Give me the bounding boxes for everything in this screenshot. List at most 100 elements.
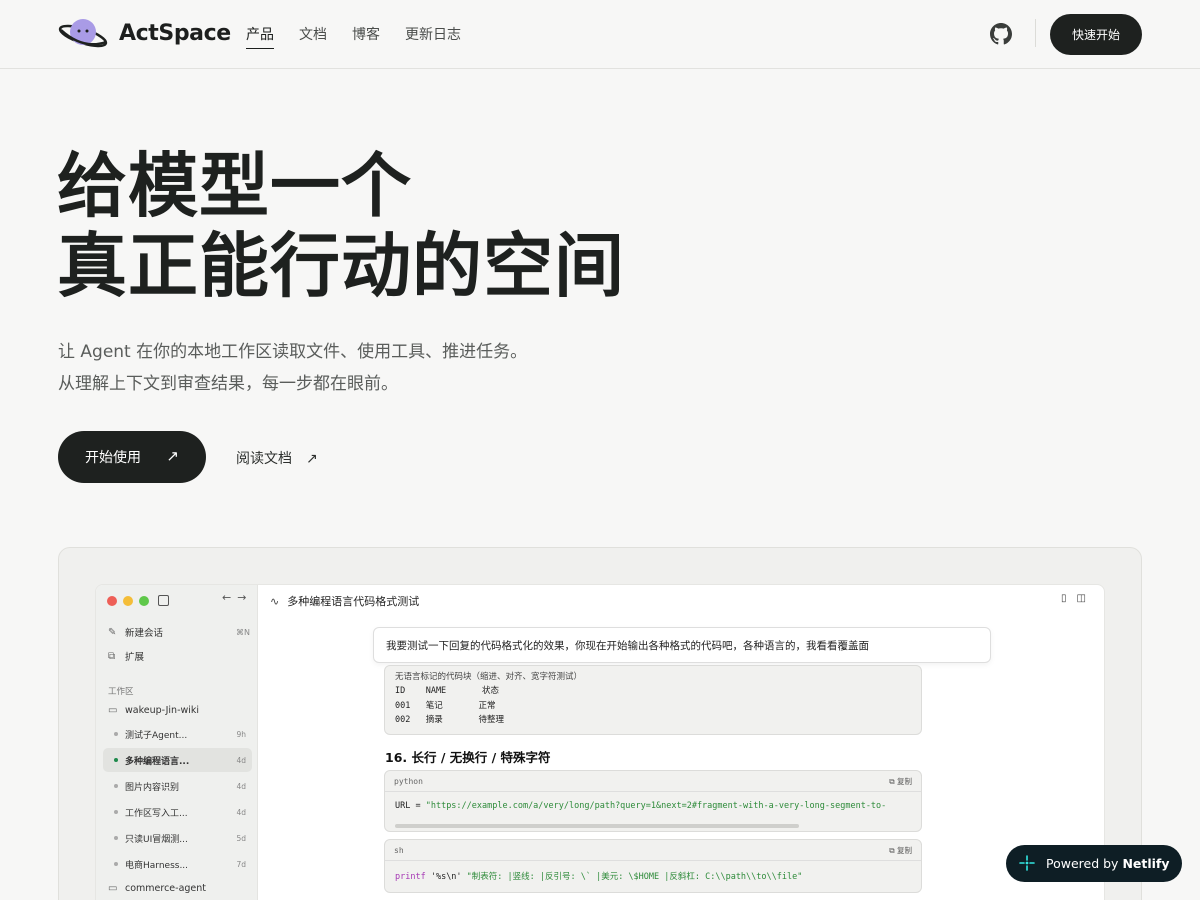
app-sidebar: ←→ ✎ 新建会话 ⌘N ⧉ 扩展 工作区 ▭ wakeup-Jin-wiki … xyxy=(96,585,258,900)
quick-start-button[interactable]: 快速开始 xyxy=(1050,14,1142,55)
badge-brand: Netlify xyxy=(1122,856,1170,871)
planet-logo-icon xyxy=(58,19,108,48)
shell-code-block: sh ⧉ 复制 printf '%s\n' "制表符: |竖线: |反引号: \… xyxy=(384,839,922,893)
copy-button[interactable]: ⧉ 复制 xyxy=(889,845,912,856)
arrow-up-right-icon: ↗ xyxy=(306,451,318,467)
hero-title: 给模型一个 真正能行动的空间 xyxy=(57,146,625,306)
read-docs-label: 阅读文档 xyxy=(236,451,292,467)
session-title: 测试子Agent... xyxy=(125,730,188,741)
code-content: printf '%s\n' "制表符: |竖线: |反引号: \` |美元: \… xyxy=(385,861,921,891)
extensions-item[interactable]: ⧉ 扩展 xyxy=(108,649,250,664)
panel-toggle-icon[interactable]: ◫ xyxy=(1077,593,1096,604)
session-title: 图片内容识别 xyxy=(125,782,180,793)
code-token: URL = xyxy=(395,801,426,811)
workspace-name: commerce-agent xyxy=(125,883,207,894)
arrow-up-right-icon: ↗ xyxy=(166,447,179,465)
code-block-header: sh ⧉ 复制 xyxy=(385,840,921,861)
section-heading: 16. 长行 / 无换行 / 特殊字符 xyxy=(385,750,551,765)
new-chat-label: 新建会话 xyxy=(125,628,164,639)
activity-icon: ∿ xyxy=(270,594,280,608)
nav-product[interactable]: 产品 xyxy=(246,24,274,49)
session-item[interactable]: 工作区写入工... 4d xyxy=(103,800,252,824)
back-forward-icon[interactable]: ←→ xyxy=(222,591,252,604)
hero-subtitle: 让 Agent 在你的本地工作区读取文件、使用工具、推进任务。 从理解上下文到审… xyxy=(58,336,527,400)
nav-docs[interactable]: 文档 xyxy=(299,24,327,49)
code-string: "https://example.com/a/very/long/path?qu… xyxy=(425,801,887,811)
maximize-window-dot xyxy=(139,596,149,606)
session-dot xyxy=(114,810,118,814)
code-keyword: printf xyxy=(395,872,426,882)
app-window-screenshot: ←→ ✎ 新建会话 ⌘N ⧉ 扩展 工作区 ▭ wakeup-Jin-wiki … xyxy=(95,584,1105,900)
session-dot xyxy=(114,836,118,840)
session-time: 9h xyxy=(236,729,246,739)
read-docs-link[interactable]: 阅读文档 ↗ xyxy=(236,448,318,468)
bookmark-icon[interactable]: ▯ xyxy=(1061,593,1077,604)
session-dot xyxy=(114,732,118,736)
session-item[interactable]: 测试子Agent... 9h xyxy=(103,722,252,746)
nav-changelog[interactable]: 更新日志 xyxy=(405,24,461,49)
workspace-section-label: 工作区 xyxy=(108,687,134,697)
get-started-button[interactable]: 开始使用 ↗ xyxy=(58,431,206,483)
netlify-icon xyxy=(1019,855,1035,871)
brand-name: ActSpace xyxy=(119,20,231,46)
hero-title-line-2: 真正能行动的空间 xyxy=(57,224,625,307)
session-title: 只读UI冒烟测... xyxy=(125,834,188,845)
github-icon[interactable] xyxy=(990,23,1012,45)
session-item[interactable]: 电商Harness... 7d xyxy=(103,852,252,876)
header-actions: ▯◫ xyxy=(1061,593,1096,604)
workspace-folder[interactable]: ▭ commerce-agent xyxy=(108,883,250,894)
session-item[interactable]: 图片内容识别 4d xyxy=(103,774,252,798)
session-dot xyxy=(114,862,118,866)
plain-code-block: 无语言标记的代码块（缩进、对齐、宽字符测试） ID NAME 状态 001 笔记… xyxy=(384,665,922,735)
folder-icon: ▭ xyxy=(108,883,118,894)
edit-icon: ✎ xyxy=(108,626,117,638)
session-time: 4d xyxy=(236,781,246,791)
code-line: ID NAME 状态 xyxy=(395,686,499,696)
horizontal-scrollbar[interactable] xyxy=(395,824,799,828)
code-string: "制表符: |竖线: |反引号: \` |美元: \$HOME |反斜杠: C:… xyxy=(466,872,803,882)
puzzle-icon: ⧉ xyxy=(108,650,116,662)
user-message: 我要测试一下回复的代码格式化的效果，你现在开始输出各种格式的代码吧，各种语言的，… xyxy=(373,627,991,663)
code-caption: 无语言标记的代码块（缩进、对齐、宽字符测试） xyxy=(395,672,583,682)
conversation-header: ∿ 多种编程语言代码格式测试 xyxy=(270,593,419,609)
sidebar-toggle-icon[interactable] xyxy=(158,595,169,606)
python-code-block: python ⧉ 复制 URL = "https://example.com/a… xyxy=(384,770,922,832)
code-language: sh xyxy=(394,845,404,855)
code-token: '%s\n' xyxy=(425,872,467,882)
code-language: python xyxy=(394,776,423,786)
session-time: 5d xyxy=(236,833,246,843)
workspace-folder[interactable]: ▭ wakeup-Jin-wiki xyxy=(108,705,250,716)
conversation-title: 多种编程语言代码格式测试 xyxy=(287,595,420,608)
header-divider xyxy=(1035,19,1036,47)
chat-main-panel: ∿ 多种编程语言代码格式测试 ▯◫ 我要测试一下回复的代码格式化的效果，你现在开… xyxy=(258,585,1104,900)
new-chat-item[interactable]: ✎ 新建会话 ⌘N xyxy=(108,625,250,640)
powered-by-netlify-badge[interactable]: Powered by Netlify xyxy=(1006,845,1182,882)
top-navigation-bar: ActSpace 产品 文档 博客 更新日志 快速开始 xyxy=(0,0,1200,69)
session-title: 电商Harness... xyxy=(125,860,189,871)
session-dot xyxy=(114,784,118,788)
hero-subtitle-line-2: 从理解上下文到审查结果，每一步都在眼前。 xyxy=(58,374,398,394)
copy-button[interactable]: ⧉ 复制 xyxy=(889,776,912,787)
workspace-name: wakeup-Jin-wiki xyxy=(125,705,200,716)
session-title: 多种编程语言... xyxy=(125,756,190,767)
code-block-header: python ⧉ 复制 xyxy=(385,771,921,792)
nav-blog[interactable]: 博客 xyxy=(352,24,380,49)
brand-logo[interactable]: ActSpace xyxy=(58,16,231,50)
hero-subtitle-line-1: 让 Agent 在你的本地工作区读取文件、使用工具、推进任务。 xyxy=(58,342,528,362)
close-window-dot xyxy=(107,596,117,606)
get-started-label: 开始使用 xyxy=(85,450,141,466)
session-dot xyxy=(114,758,118,762)
code-line: 001 笔记 正常 xyxy=(395,700,496,711)
copy-label: 复制 xyxy=(897,776,912,786)
session-time: 4d xyxy=(236,807,246,817)
session-item[interactable]: 只读UI冒烟测... 5d xyxy=(103,826,252,850)
code-line: 002 摘录 待整理 xyxy=(395,715,505,725)
hero-title-line-1: 给模型一个 xyxy=(57,144,412,227)
session-time: 4d xyxy=(236,755,246,765)
badge-prefix: Powered by xyxy=(1046,856,1119,871)
minimize-window-dot xyxy=(123,596,133,606)
session-item-active[interactable]: 多种编程语言... 4d xyxy=(103,748,252,772)
copy-label: 复制 xyxy=(897,845,912,855)
code-content: URL = "https://example.com/a/very/long/p… xyxy=(385,792,921,820)
main-nav: 产品 文档 博客 更新日志 xyxy=(246,24,461,49)
